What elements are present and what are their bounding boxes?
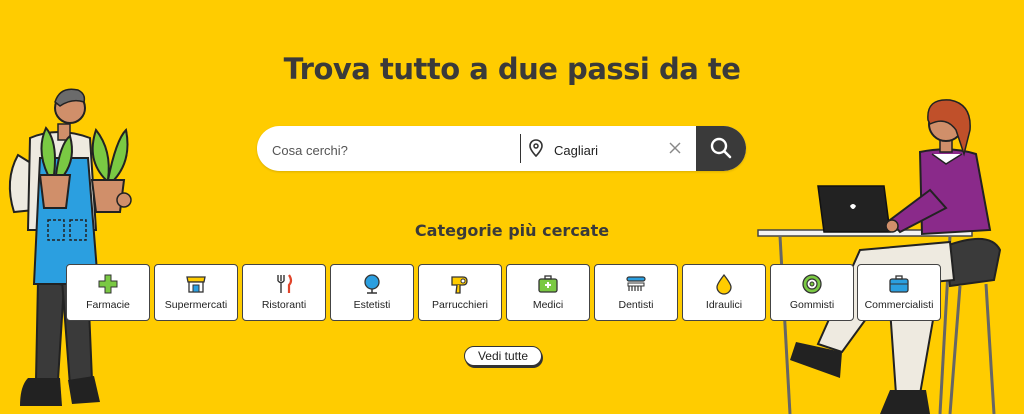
category-label: Farmacie bbox=[86, 299, 130, 311]
store-icon bbox=[186, 276, 206, 293]
see-all-button[interactable]: Vedi tutte bbox=[464, 346, 542, 366]
search-input[interactable] bbox=[270, 139, 514, 161]
category-label: Commercialisti bbox=[864, 299, 934, 311]
category-supermercati[interactable]: Supermercati bbox=[154, 264, 238, 321]
category-list: Farmacie Supermercati Ristoranti Estetis… bbox=[66, 264, 941, 321]
medical-bag-icon bbox=[538, 275, 558, 293]
category-label: Idraulici bbox=[705, 299, 743, 311]
category-label: Ristoranti bbox=[261, 299, 307, 311]
water-drop-icon bbox=[716, 273, 732, 295]
search-icon bbox=[710, 137, 732, 159]
category-gommisti[interactable]: Gommisti bbox=[770, 264, 854, 321]
category-estetisti[interactable]: Estetisti bbox=[330, 264, 414, 321]
fork-knife-icon bbox=[277, 274, 293, 293]
category-farmacie[interactable]: Farmacie bbox=[66, 264, 150, 321]
location-input[interactable] bbox=[552, 139, 656, 161]
search-button[interactable] bbox=[696, 126, 746, 171]
category-ristoranti[interactable]: Ristoranti bbox=[242, 264, 326, 321]
laptop-worker-illustration bbox=[757, 99, 1002, 414]
category-label: Parrucchieri bbox=[431, 299, 489, 311]
tire-icon bbox=[802, 274, 822, 294]
gardener-illustration bbox=[8, 88, 132, 406]
page-title: Trova tutto a due passi da te bbox=[283, 52, 741, 86]
category-commercialisti[interactable]: Commercialisti bbox=[857, 264, 941, 321]
category-idraulici[interactable]: Idraulici bbox=[682, 264, 766, 321]
category-label: Estetisti bbox=[353, 299, 391, 311]
briefcase-icon bbox=[889, 275, 909, 293]
category-label: Dentisti bbox=[618, 299, 654, 311]
pharmacy-cross-icon bbox=[98, 274, 118, 294]
category-medici[interactable]: Medici bbox=[506, 264, 590, 321]
category-label: Gommisti bbox=[789, 299, 835, 311]
categories-heading: Categorie più cercate bbox=[414, 221, 610, 240]
search-bar bbox=[257, 126, 746, 171]
search-divider bbox=[520, 134, 521, 163]
map-pin-icon bbox=[529, 139, 543, 157]
hero-section: Trova tutto a due passi da te Categorie … bbox=[0, 0, 1024, 414]
hair-dryer-icon bbox=[451, 276, 468, 294]
category-label: Medici bbox=[532, 299, 564, 311]
category-dentisti[interactable]: Dentisti bbox=[594, 264, 678, 321]
close-icon[interactable] bbox=[666, 139, 684, 157]
toothbrush-icon bbox=[626, 276, 646, 291]
category-label: Supermercati bbox=[164, 299, 228, 311]
mirror-icon bbox=[364, 274, 380, 294]
category-parrucchieri[interactable]: Parrucchieri bbox=[418, 264, 502, 321]
